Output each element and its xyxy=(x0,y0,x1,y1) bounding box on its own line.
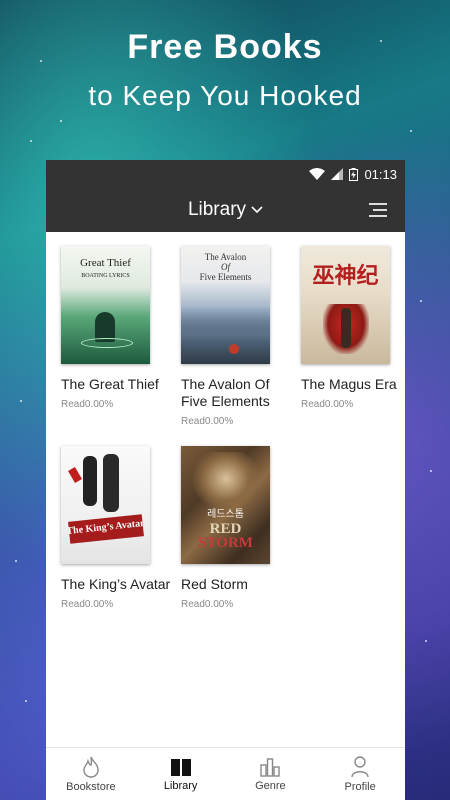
cover-title: The Avalon xyxy=(204,252,247,262)
nav-profile[interactable]: Profile xyxy=(315,748,405,800)
book-item[interactable]: The Avalon Of Five Elements The Avalon O… xyxy=(181,246,293,427)
book-item[interactable]: Great Thief BOATING LYRICS The Great Thi… xyxy=(61,246,173,410)
book-title: The Great Thief xyxy=(61,376,159,392)
book-progress: Read0.00% xyxy=(181,416,234,427)
nav-bookstore[interactable]: Bookstore xyxy=(46,748,136,800)
nav-genre-label: Genre xyxy=(255,779,286,792)
nav-profile-label: Profile xyxy=(344,780,376,793)
nav-library[interactable]: Library xyxy=(136,748,226,800)
signal-icon xyxy=(331,168,344,180)
book-item[interactable]: 巫神纪 The Magus Era Read0.00% xyxy=(301,246,405,410)
library-title: Library xyxy=(187,199,247,220)
nav-bookstore-label: Bookstore xyxy=(66,780,116,793)
cover-subtitle: Of xyxy=(221,262,230,272)
cover-title: RED xyxy=(209,521,242,537)
bars-icon xyxy=(260,757,281,777)
book-cover: 巫神纪 xyxy=(301,246,390,364)
book-item[interactable]: 레드스톰 RED STORM Red Storm Read0.00% xyxy=(181,446,293,610)
book-cover: 레드스톰 RED STORM xyxy=(181,446,270,564)
book-title: The King’s Avatar xyxy=(61,576,171,592)
app-bar: Library xyxy=(46,188,405,232)
hero-subtitle: to Keep You Hooked xyxy=(88,80,362,111)
cover-title: 巫神纪 xyxy=(312,263,379,288)
person-icon xyxy=(351,755,369,777)
status-bar: 01:13 xyxy=(46,160,405,188)
wifi-icon xyxy=(309,168,326,180)
nav-library-label: Library xyxy=(163,779,198,792)
book-item[interactable]: The King’s Avatar The King’s Avatar Read… xyxy=(61,446,173,610)
book-cover: The Avalon Of Five Elements xyxy=(181,246,270,364)
book-icon xyxy=(170,758,191,776)
book-progress: Read0.00% xyxy=(181,599,234,610)
status-time: 01:13 xyxy=(364,166,397,182)
book-cover: The King’s Avatar xyxy=(61,446,150,564)
bottom-nav: Bookstore Library Genre Profile xyxy=(46,747,405,800)
book-progress: Read0.00% xyxy=(61,399,114,410)
nav-genre[interactable]: Genre xyxy=(226,748,316,800)
battery-icon xyxy=(349,167,359,181)
book-title: The Avalon Of Five Elements xyxy=(181,376,270,409)
library-dropdown[interactable]: Library xyxy=(188,199,263,221)
cover-subtitle-2: Five Elements xyxy=(199,272,252,282)
book-title: Red Storm xyxy=(181,576,248,592)
flame-icon xyxy=(83,756,99,778)
cover-title: Great Thief xyxy=(80,257,131,269)
cover-korean-title: 레드스톰 xyxy=(207,509,244,520)
menu-icon[interactable] xyxy=(367,202,387,218)
chevron-down-icon xyxy=(251,206,263,214)
book-progress: Read0.00% xyxy=(301,399,354,410)
cover-title-2: STORM xyxy=(198,535,253,551)
phone-screen: 01:13 Library Great Thief BOATING LYRICS… xyxy=(46,160,405,800)
book-cover: Great Thief BOATING LYRICS xyxy=(61,246,150,364)
book-title: The Magus Era xyxy=(301,376,397,392)
cover-subtitle: BOATING LYRICS xyxy=(81,273,130,279)
book-progress: Read0.00% xyxy=(61,599,114,610)
hero-title: Free Books xyxy=(127,28,323,66)
